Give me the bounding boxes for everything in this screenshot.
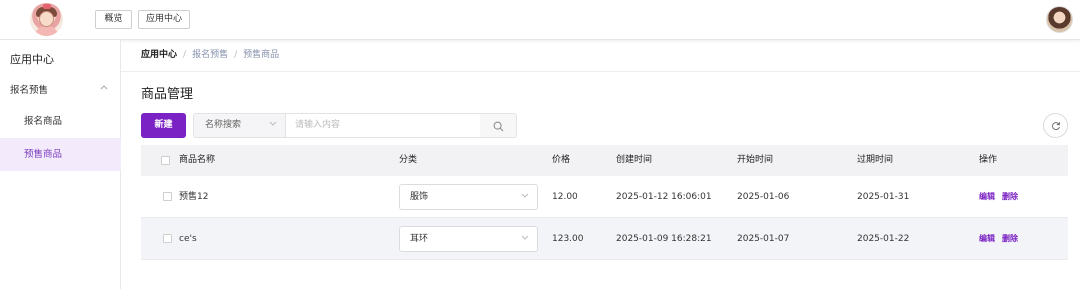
new-button[interactable]: 新建 [141,113,186,138]
sidebar: 应用中心 报名预售 报名商品 预售商品 [0,40,121,289]
delete-link[interactable]: 删除 [1002,218,1018,260]
chevron-up-icon[interactable] [100,83,108,93]
row-category-select[interactable]: 服饰 [399,184,538,210]
table-row: 预售12 服饰 12.00 2025-01-12 16:06:01 2025-0… [141,176,1068,218]
search-field-value: 名称搜索 [205,120,242,130]
sidebar-item-presale-products[interactable]: 预售商品 [0,138,121,171]
row-created: 2025-01-12 16:06:01 [616,192,712,202]
row-category-value: 服饰 [410,192,429,202]
header-ops: 操作 [979,155,998,165]
refresh-icon [1052,122,1060,131]
row-start: 2025-01-07 [737,234,790,244]
search-field-select[interactable]: 名称搜索 [193,113,285,138]
header-created: 创建时间 [616,155,653,165]
row-checkbox[interactable] [163,234,172,243]
edit-link[interactable]: 编辑 [979,218,995,260]
nav-app-center-button[interactable]: 应用中心 [138,10,190,29]
sidebar-item-signup-products[interactable]: 报名商品 [0,105,121,138]
app-logo[interactable] [30,3,63,36]
row-start: 2025-01-06 [737,192,790,202]
chevron-down-icon [521,185,529,209]
user-avatar[interactable] [1046,6,1073,33]
sidebar-group-signup-presale[interactable]: 报名预售 [10,82,48,96]
breadcrumb: 应用中心 / 报名预售 / 预售商品 [121,40,1080,72]
search-button[interactable] [480,113,517,138]
nav-overview-button[interactable]: 概览 [95,10,132,29]
page-title: 商品管理 [141,87,194,102]
header-expire: 过期时间 [857,155,894,165]
breadcrumb-item-app-center[interactable]: 应用中心 [141,50,177,60]
header-start: 开始时间 [737,155,774,165]
top-bar: 概览 应用中心 [0,0,1080,40]
search-icon [493,121,504,132]
select-all-checkbox[interactable] [161,156,170,165]
sidebar-title: 应用中心 [10,53,54,66]
row-checkbox[interactable] [163,192,172,201]
chevron-down-icon [521,227,529,251]
row-price: 12.00 [552,192,578,202]
row-name: 预售12 [179,192,209,202]
row-category-select[interactable]: 耳环 [399,226,538,252]
row-name: ce's [179,234,197,244]
breadcrumb-item-presale-products: 预售商品 [243,50,280,60]
row-expire: 2025-01-22 [857,234,910,244]
edit-link[interactable]: 编辑 [979,176,995,218]
delete-link[interactable]: 删除 [1002,176,1018,218]
row-created: 2025-01-09 16:28:21 [616,234,712,244]
row-category-value: 耳环 [410,234,429,244]
header-category: 分类 [399,155,418,165]
row-price: 123.00 [552,234,584,244]
table-header: 商品名称 分类 价格 创建时间 开始时间 过期时间 操作 [141,145,1068,176]
row-expire: 2025-01-31 [857,192,910,202]
header-price: 价格 [552,155,571,165]
chevron-down-icon [269,114,277,137]
search-input[interactable]: 请输入内容 [285,113,481,138]
table-row: ce's 耳环 123.00 2025-01-09 16:28:21 2025-… [141,218,1068,260]
refresh-button[interactable] [1043,113,1068,138]
breadcrumb-item-signup-presale[interactable]: 报名预售 [192,50,228,60]
header-name: 商品名称 [179,155,216,165]
